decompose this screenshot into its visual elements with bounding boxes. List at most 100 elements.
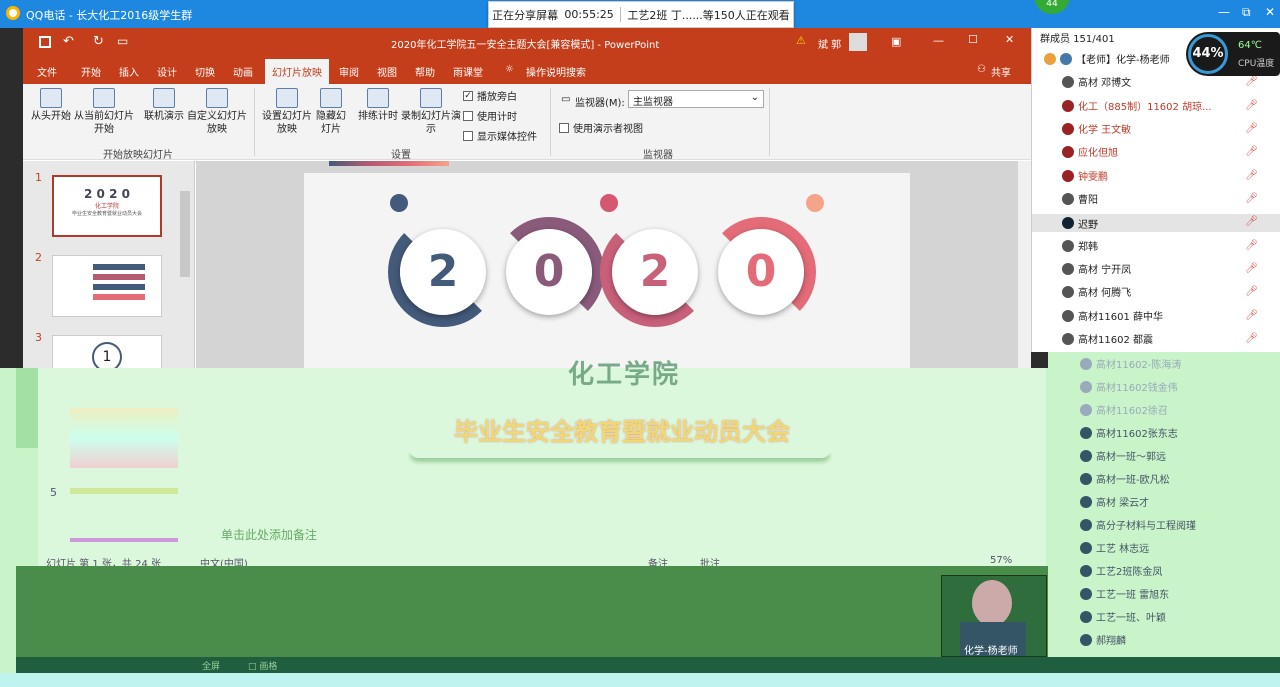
- minimize-button[interactable]: —: [1218, 5, 1230, 19]
- save-icon[interactable]: [39, 36, 51, 48]
- redo-icon[interactable]: ↻: [93, 34, 104, 49]
- ppt-close-button[interactable]: ✕: [1005, 33, 1014, 46]
- mic-muted-icon: 🎤︎: [1245, 333, 1258, 344]
- tab-file[interactable]: 文件: [37, 64, 57, 79]
- ppt-maximize-button[interactable]: ☐: [968, 33, 978, 46]
- member-name: 郑韩: [1078, 242, 1098, 253]
- list-item[interactable]: 高材 邓博文: [1062, 74, 1242, 89]
- list-item[interactable]: 工艺一班、叶颖: [1080, 609, 1166, 624]
- fullscreen-button[interactable]: 全屏: [202, 659, 220, 672]
- list-item[interactable]: 迟野: [1032, 214, 1280, 232]
- timing-checkbox[interactable]: 使用计时: [463, 108, 517, 123]
- record-button[interactable]: 录制幻灯片演示: [401, 88, 461, 136]
- tab-design[interactable]: 设计: [157, 64, 177, 79]
- list-item[interactable]: 郝翔麟: [1080, 632, 1126, 647]
- presenter-label: 使用演示者视图: [573, 124, 643, 135]
- media-checkbox[interactable]: 显示媒体控件: [463, 128, 537, 143]
- slideshow-icon[interactable]: ▭: [117, 34, 128, 48]
- setup-show-button[interactable]: 设置幻灯片放映: [259, 88, 315, 136]
- rehearse-button[interactable]: 排练计时: [353, 88, 403, 123]
- close-button[interactable]: ✕: [1265, 5, 1275, 19]
- tab-animations[interactable]: 动画: [233, 64, 253, 79]
- list-item[interactable]: 高材一班～郭远: [1080, 448, 1166, 463]
- list-item[interactable]: 高材 宁开凤: [1062, 261, 1242, 276]
- thumbnail-scrollbar[interactable]: [180, 191, 190, 277]
- share-button[interactable]: 共享: [991, 64, 1011, 79]
- group-monitor-label: 监视器: [643, 150, 673, 161]
- online-present-button[interactable]: 联机演示: [141, 88, 187, 123]
- member-name: 高材 邓博文: [1078, 78, 1132, 89]
- canvas-scrollbar[interactable]: [1018, 161, 1031, 368]
- slide-digit: 2: [400, 229, 486, 315]
- list-item[interactable]: 高分子材料与工程阅瑾: [1080, 517, 1196, 532]
- tab-view[interactable]: 视图: [377, 64, 397, 79]
- from-current-button[interactable]: 从当前幻灯片开始: [73, 88, 135, 136]
- globe-icon: [153, 88, 175, 108]
- grid-button[interactable]: □ 画格: [248, 659, 277, 672]
- list-item[interactable]: 工艺一班 雷旭东: [1080, 586, 1169, 601]
- undo-icon[interactable]: ↶: [63, 34, 74, 49]
- list-item[interactable]: 工艺 林志远: [1080, 540, 1149, 555]
- member-name: 【老师】化学-杨老师: [1076, 55, 1170, 66]
- list-item[interactable]: 高材 梁云才: [1080, 494, 1149, 509]
- tab-rain-classroom[interactable]: 雨课堂: [453, 64, 483, 79]
- ribbon-display-icon[interactable]: ▣: [891, 35, 901, 48]
- slide-thumbnail-1[interactable]: 2 0 2 0 化工学院 毕业生安全教育暨就业动员大会: [52, 175, 162, 237]
- slide-1[interactable]: 2 0 2 0: [304, 173, 910, 368]
- member-name: 高材一班～郭远: [1096, 452, 1166, 463]
- avatar[interactable]: [849, 33, 867, 51]
- list-item[interactable]: 工艺2班陈金凤: [1080, 563, 1162, 578]
- member-count-badge: 44: [1034, 0, 1070, 14]
- zoom-level[interactable]: 57%: [990, 555, 1012, 566]
- list-item[interactable]: 高材11602张东志: [1080, 425, 1178, 440]
- webcam-preview[interactable]: 化学-杨老师: [941, 575, 1047, 657]
- list-item[interactable]: 钟雯鹏: [1062, 168, 1242, 183]
- list-item[interactable]: 高材11602钱金伟: [1080, 379, 1178, 394]
- share-viewers[interactable]: 工艺2班 丁......等150人正在观看: [627, 7, 789, 23]
- slide-thumbnail-3[interactable]: 1: [52, 335, 162, 368]
- tab-slideshow[interactable]: 幻灯片放映: [265, 59, 329, 84]
- group-start-label: 开始放映幻灯片: [103, 150, 173, 161]
- tab-search[interactable]: 操作说明搜索: [526, 64, 586, 79]
- hide-slide-button[interactable]: 隐藏幻灯片: [315, 88, 347, 136]
- tab-transitions[interactable]: 切换: [195, 64, 215, 79]
- narration-checkbox[interactable]: ✓ 播放旁白: [463, 88, 517, 103]
- record-icon: [420, 88, 442, 108]
- list-item[interactable]: 高材11601 薛中华: [1062, 308, 1242, 323]
- ribbon: 从头开始 从当前幻灯片开始 联机演示 自定义幻灯片放映 开始放映幻灯片 设置幻灯…: [23, 84, 1031, 161]
- custom-show-button[interactable]: 自定义幻灯片放映: [187, 88, 247, 136]
- presenter-view-checkbox[interactable]: 使用演示者视图: [559, 120, 643, 135]
- member-name: 高材 何腾飞: [1078, 288, 1132, 299]
- member-name: 高分子材料与工程阅瑾: [1096, 521, 1196, 532]
- ppt-title-bar: ↶ ↻ ▭ 2020年化工学院五一安全主题大会[兼容模式] - PowerPoi…: [23, 28, 1031, 58]
- list-item[interactable]: 郑韩: [1062, 238, 1242, 253]
- from-start-button[interactable]: 从头开始: [29, 88, 73, 123]
- custom-label: 自定义幻灯片放映: [187, 111, 247, 135]
- slide-digit: 2: [612, 229, 698, 315]
- list-item[interactable]: 高材一班-欧凡松: [1080, 471, 1170, 486]
- monitor-select[interactable]: 主监视器 ⌄: [628, 90, 764, 108]
- tab-home[interactable]: 开始: [81, 64, 101, 79]
- tab-review[interactable]: 审阅: [339, 64, 359, 79]
- list-item[interactable]: 化学 王文敏: [1062, 121, 1242, 136]
- slide-digit: 0: [718, 229, 804, 315]
- list-item[interactable]: 曹阳: [1062, 191, 1242, 206]
- powerpoint-window: ↶ ↻ ▭ 2020年化工学院五一安全主题大会[兼容模式] - PowerPoi…: [23, 28, 1031, 368]
- list-item[interactable]: 高材11602-陈海涛: [1080, 356, 1181, 371]
- member-name: 高材 宁开凤: [1078, 265, 1132, 276]
- tab-help[interactable]: 帮助: [415, 64, 435, 79]
- list-item[interactable]: 应化但旭: [1062, 144, 1242, 159]
- list-item[interactable]: 高材 何腾飞: [1062, 284, 1242, 299]
- ppt-minimize-button[interactable]: —: [933, 34, 944, 47]
- member-name: 郝翔麟: [1096, 636, 1126, 647]
- restore-button[interactable]: ⧉: [1242, 5, 1251, 20]
- cpu-temp: 64℃: [1238, 40, 1262, 51]
- lightbulb-icon: ☼: [505, 64, 514, 75]
- notes-placeholder[interactable]: 单击此处添加备注: [221, 526, 317, 543]
- list-item[interactable]: 高材11602徐召: [1080, 402, 1168, 417]
- slide-thumbnail-2[interactable]: [52, 255, 162, 317]
- list-item[interactable]: 化工（885制）11602 胡琼...: [1062, 98, 1242, 113]
- member-name: 高材11602张东志: [1096, 429, 1178, 440]
- list-item[interactable]: 高材11602 都震: [1062, 331, 1242, 346]
- tab-insert[interactable]: 插入: [119, 64, 139, 79]
